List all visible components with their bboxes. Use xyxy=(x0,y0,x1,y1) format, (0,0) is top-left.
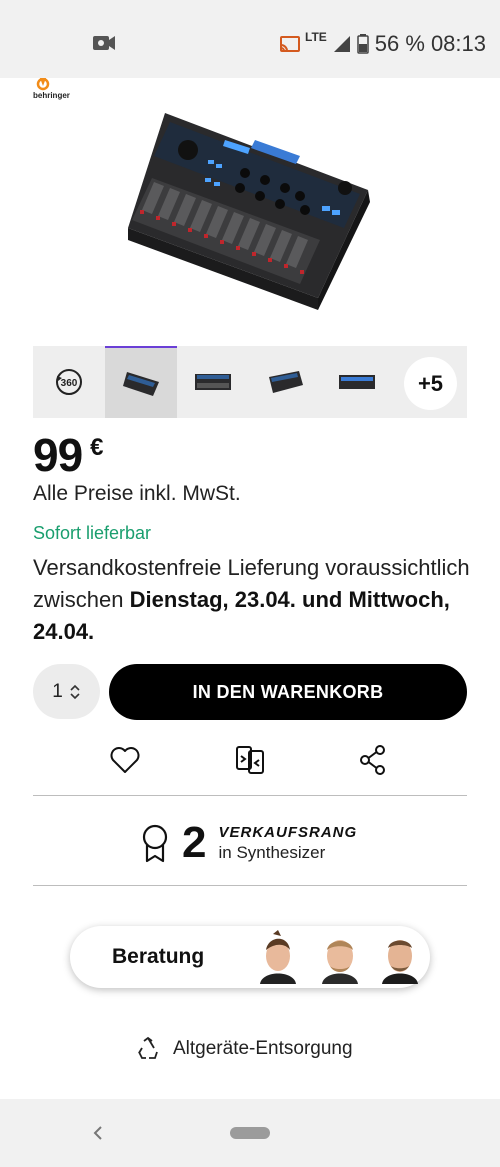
battery-icon xyxy=(357,34,369,54)
signal-icon xyxy=(333,36,350,52)
clock: 08:13 xyxy=(430,31,486,56)
delivery-info: Versandkostenfreie Lieferung voraussicht… xyxy=(33,552,473,648)
advisor-avatar xyxy=(322,940,358,984)
back-icon[interactable] xyxy=(88,1121,108,1145)
rank-title: VERKAUFSRANG xyxy=(218,824,358,841)
svg-text:360: 360 xyxy=(61,378,78,389)
divider xyxy=(33,885,467,886)
divider xyxy=(33,795,467,796)
status-indicators: LTE 56 % 08:13 xyxy=(279,30,486,58)
advisor-avatar xyxy=(260,930,296,984)
wishlist-button[interactable] xyxy=(107,742,143,778)
vat-note: Alle Preise inkl. MwSt. xyxy=(33,482,241,505)
advice-button[interactable]: Beratung xyxy=(70,926,430,988)
recycle-icon xyxy=(138,1036,158,1059)
disposal-label: Altgeräte-Entsorgung xyxy=(173,1038,353,1059)
chevron-up-down-icon xyxy=(70,684,80,699)
thumbnail-360-view[interactable]: 360 xyxy=(33,346,105,418)
compare-icon xyxy=(236,746,264,774)
product-image-area[interactable]: behringer xyxy=(0,78,500,344)
advice-label: Beratung xyxy=(112,945,205,968)
product-photo xyxy=(128,113,370,310)
thumbnail-image-1[interactable] xyxy=(105,346,177,418)
cast-icon xyxy=(280,36,300,52)
network-type: LTE xyxy=(305,30,327,44)
thumbnail-photo xyxy=(339,375,375,389)
award-ribbon-icon xyxy=(142,824,168,863)
more-images-badge[interactable]: +5 xyxy=(404,357,457,410)
compare-button[interactable] xyxy=(232,742,268,778)
thumbnail-photo xyxy=(269,371,303,393)
price-value: 99 xyxy=(33,429,83,481)
advisor-avatar xyxy=(382,940,418,984)
home-pill-button[interactable] xyxy=(230,1127,270,1139)
status-bar: LTE 56 % 08:13 xyxy=(0,0,500,78)
add-to-cart-button[interactable]: IN DEN WARENKORB xyxy=(109,664,467,720)
video-record-icon xyxy=(93,36,115,50)
price: 99 € xyxy=(33,428,104,482)
360-view-icon: 360 xyxy=(56,369,82,395)
share-icon xyxy=(360,745,385,775)
android-nav-bar xyxy=(0,1099,500,1167)
rank-number: 2 xyxy=(182,818,207,867)
thumbnail-image-3[interactable] xyxy=(249,346,321,418)
sales-rank[interactable]: 2 VERKAUFSRANG in Synthesizer xyxy=(140,818,357,868)
heart-icon xyxy=(110,747,140,773)
price-currency: € xyxy=(90,434,103,461)
thumbnail-photo xyxy=(123,372,159,396)
share-button[interactable] xyxy=(355,742,391,778)
thumbnail-strip: 360 xyxy=(33,346,467,418)
thumbnail-photo xyxy=(195,374,231,390)
quantity-value: 1 xyxy=(52,680,63,702)
rank-category: in Synthesizer xyxy=(218,843,326,862)
thumbnail-image-4[interactable] xyxy=(321,346,393,418)
battery-level: 56 % xyxy=(374,31,425,56)
rank-text: VERKAUFSRANG in Synthesizer xyxy=(218,823,357,863)
quantity-selector[interactable]: 1 xyxy=(33,664,100,719)
disposal-link[interactable]: Altgeräte-Entsorgung xyxy=(135,1034,353,1064)
availability-status: Sofort lieferbar xyxy=(33,523,152,543)
thumbnail-image-2[interactable] xyxy=(177,346,249,418)
